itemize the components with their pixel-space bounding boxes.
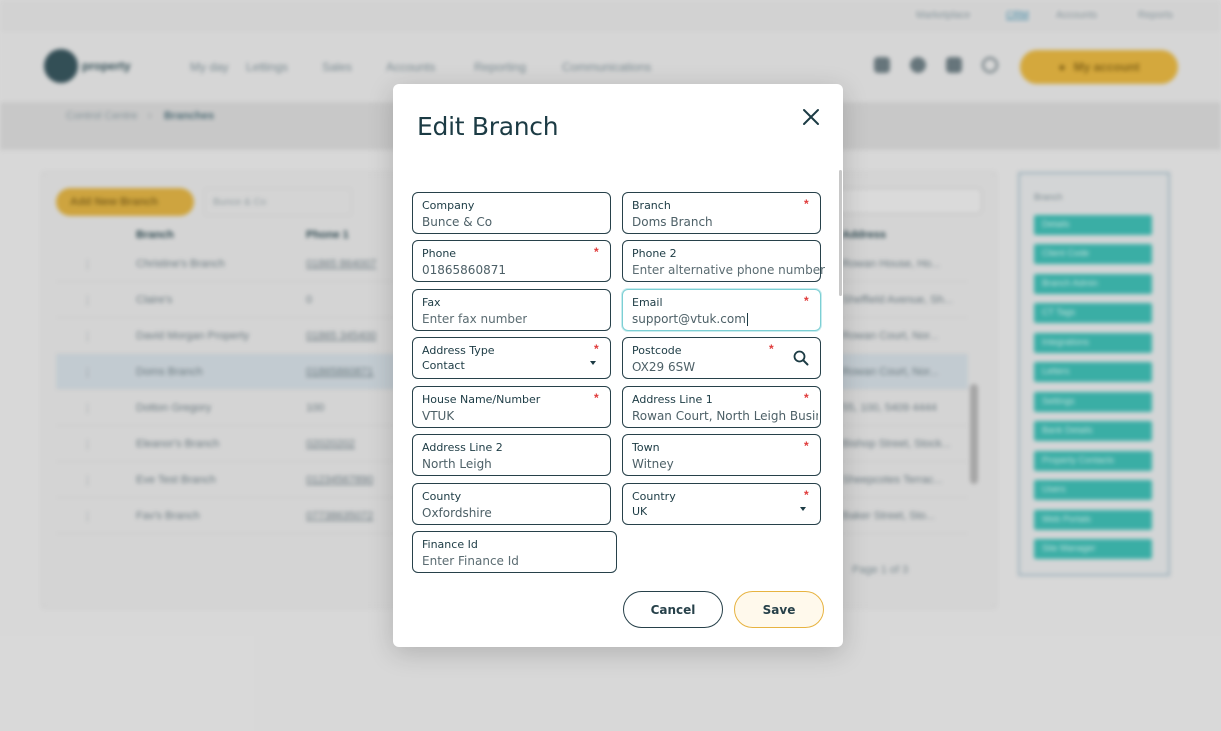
finance-id-placeholder: Enter Finance Id xyxy=(422,554,519,568)
close-icon xyxy=(803,109,819,125)
required-marker: * xyxy=(804,391,809,405)
fax-field[interactable]: Fax Enter fax number xyxy=(412,289,611,331)
save-label: Save xyxy=(762,602,796,617)
phone-value: 01865860871 xyxy=(422,263,506,277)
address-type-label: Address Type xyxy=(422,344,495,357)
phone-2-field[interactable]: Phone 2 Enter alternative phone number xyxy=(622,240,825,282)
finance-id-label: Finance Id xyxy=(422,538,478,551)
address-line-1-field[interactable]: Address Line 1 * Rowan Court, North Leig… xyxy=(622,386,821,428)
edit-branch-dialog: Edit Branch Company Bunce & Co Branch * … xyxy=(393,84,843,647)
town-field[interactable]: Town * Witney xyxy=(622,434,821,476)
branch-value: Doms Branch xyxy=(632,215,713,229)
dropdown-caret-icon xyxy=(590,361,596,365)
phone-2-placeholder: Enter alternative phone number xyxy=(632,263,826,277)
address-line-2-field[interactable]: Address Line 2 North Leigh xyxy=(412,434,611,476)
required-marker: * xyxy=(804,294,809,308)
country-label: Country xyxy=(632,490,676,503)
email-label: Email xyxy=(632,296,663,309)
address-line-1-value: Rowan Court, North Leigh Business Park xyxy=(632,409,818,423)
postcode-field[interactable]: Postcode * OX29 6SW xyxy=(622,337,821,379)
fax-label: Fax xyxy=(422,296,441,309)
house-name-label: House Name/Number xyxy=(422,393,541,406)
branch-field[interactable]: Branch * Doms Branch xyxy=(622,192,821,234)
address-line-1-label: Address Line 1 xyxy=(632,393,713,406)
text-cursor xyxy=(746,313,748,326)
required-marker: * xyxy=(769,342,774,356)
address-type-select[interactable]: Address Type * Contact xyxy=(412,337,611,379)
town-label: Town xyxy=(632,441,660,454)
phone-label: Phone xyxy=(422,247,457,260)
email-value-wrap: support@vtuk.com xyxy=(632,312,748,326)
house-name-value: VTUK xyxy=(422,409,455,423)
required-marker: * xyxy=(594,342,599,356)
house-name-field[interactable]: House Name/Number * VTUK xyxy=(412,386,611,428)
company-value: Bunce & Co xyxy=(422,215,493,229)
phone-2-label: Phone 2 xyxy=(632,247,677,260)
dropdown-caret-icon xyxy=(800,507,806,511)
save-button[interactable]: Save xyxy=(734,591,824,628)
cancel-label: Cancel xyxy=(650,602,696,617)
required-marker: * xyxy=(594,245,599,259)
country-select[interactable]: Country * UK xyxy=(622,483,821,525)
address-line-2-label: Address Line 2 xyxy=(422,441,503,454)
required-marker: * xyxy=(804,197,809,211)
postcode-value: OX29 6SW xyxy=(632,360,696,374)
close-button[interactable] xyxy=(798,104,824,130)
dialog-title: Edit Branch xyxy=(417,112,559,141)
postcode-label: Postcode xyxy=(632,344,682,357)
branch-label: Branch xyxy=(632,199,671,212)
phone-field[interactable]: Phone * 01865860871 xyxy=(412,240,611,282)
county-field[interactable]: County Oxfordshire xyxy=(412,483,611,525)
company-label: Company xyxy=(422,199,475,212)
required-marker: * xyxy=(804,439,809,453)
email-field[interactable]: Email * support@vtuk.com xyxy=(622,289,821,331)
county-label: County xyxy=(422,490,462,503)
town-value: Witney xyxy=(632,457,674,471)
address-line-2-value: North Leigh xyxy=(422,457,492,471)
cancel-button[interactable]: Cancel xyxy=(623,591,723,628)
dialog-scrollbar[interactable] xyxy=(839,170,842,296)
required-marker: * xyxy=(804,488,809,502)
address-type-value: Contact xyxy=(422,359,465,372)
county-value: Oxfordshire xyxy=(422,506,492,520)
email-value: support@vtuk.com xyxy=(632,312,746,326)
finance-id-field[interactable]: Finance Id Enter Finance Id xyxy=(412,531,617,573)
postcode-search-icon[interactable] xyxy=(793,350,809,366)
fax-placeholder: Enter fax number xyxy=(422,312,528,326)
country-value: UK xyxy=(632,505,648,518)
required-marker: * xyxy=(594,391,599,405)
company-field[interactable]: Company Bunce & Co xyxy=(412,192,611,234)
